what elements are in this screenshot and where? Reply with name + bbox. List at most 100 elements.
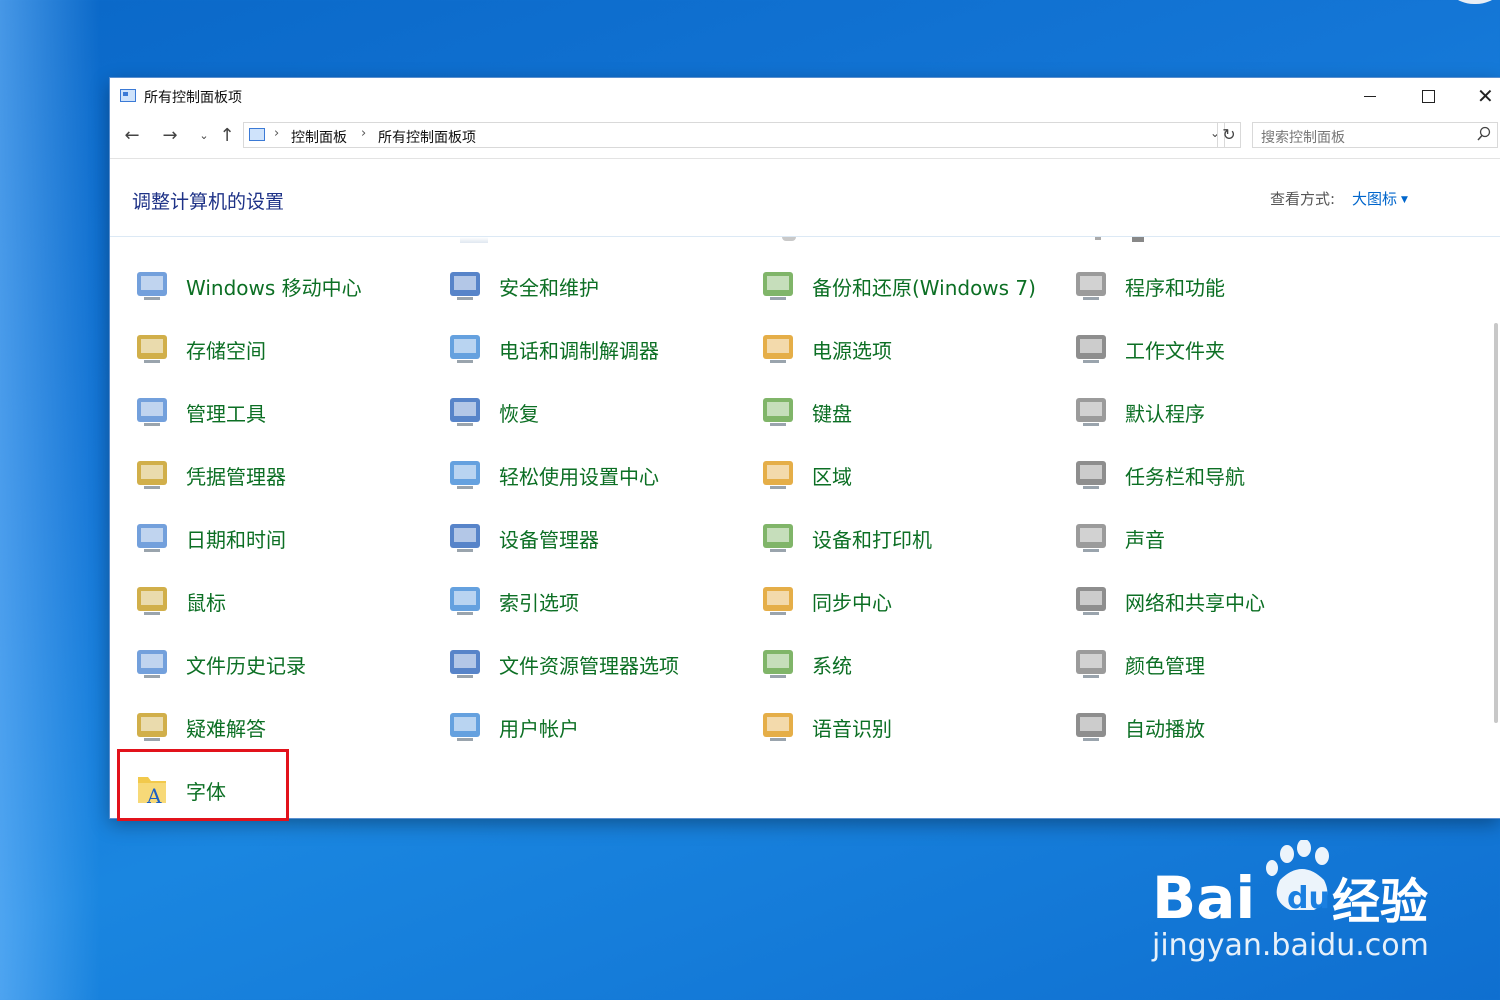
control-panel-item[interactable]: 鼠标 (132, 576, 432, 622)
control-panel-item[interactable]: 轻松使用设置中心 (445, 450, 745, 496)
control-panel-item[interactable]: 声音 (1071, 513, 1371, 559)
forward-arrow-icon[interactable]: → (158, 124, 182, 148)
breadcrumb-control-panel[interactable]: 控制面板 (291, 127, 347, 147)
control-panel-item-label[interactable]: 设备和打印机 (812, 524, 932, 553)
view-by-value: 大图标 (1352, 190, 1398, 208)
control-panel-item-label[interactable]: 自动播放 (1125, 713, 1205, 742)
control-panel-item[interactable]: 疑难解答 (132, 702, 432, 748)
control-panel-item[interactable]: 文件资源管理器选项 (445, 639, 745, 685)
control-panel-item[interactable]: 同步中心 (758, 576, 1058, 622)
control-panel-item-label[interactable]: 工作文件夹 (1125, 335, 1225, 364)
control-panel-item[interactable]: 设备管理器 (445, 513, 745, 559)
control-panel-item-label[interactable]: 文件资源管理器选项 (499, 650, 679, 679)
work-folders-icon (1071, 328, 1111, 368)
control-panel-item-label[interactable]: 系统 (812, 650, 852, 679)
control-panel-item-label[interactable]: 设备管理器 (499, 524, 599, 553)
control-panel-item[interactable]: 颜色管理 (1071, 639, 1371, 685)
control-panel-item[interactable]: 自动播放 (1071, 702, 1371, 748)
control-panel-item[interactable]: 语音识别 (758, 702, 1058, 748)
control-panel-item[interactable]: 文件历史记录 (132, 639, 432, 685)
search-input[interactable]: 搜索控制面板 (1252, 122, 1498, 148)
control-panel-item-label[interactable]: 安全和维护 (499, 272, 599, 301)
autoplay-icon (1071, 706, 1111, 746)
control-panel-item[interactable]: 程序和功能 (1071, 261, 1371, 307)
control-panel-item[interactable]: 默认程序 (1071, 387, 1371, 433)
control-panel-item[interactable]: 区域 (758, 450, 1058, 496)
desktop-user-avatar (1440, 0, 1500, 4)
partial-row-icon (782, 237, 796, 241)
ease-of-access-icon (445, 454, 485, 494)
watermark-brand: Bai (1152, 864, 1255, 930)
control-panel-item-label[interactable]: 默认程序 (1125, 398, 1205, 427)
control-panel-item-label[interactable]: 电话和调制解调器 (499, 335, 659, 364)
system-icon (758, 643, 798, 683)
control-panel-item-label[interactable]: 键盘 (812, 398, 852, 427)
control-panel-item-label[interactable]: 任务栏和导航 (1125, 461, 1245, 490)
control-panel-item-label[interactable]: 语音识别 (812, 713, 892, 742)
control-panel-item-label[interactable]: 备份和还原(Windows 7) (812, 272, 1036, 301)
control-panel-item[interactable]: 网络和共享中心 (1071, 576, 1371, 622)
control-panel-item-label[interactable]: 鼠标 (186, 587, 226, 616)
control-panel-item[interactable]: 索引选项 (445, 576, 745, 622)
control-panel-item[interactable]: 备份和还原(Windows 7) (758, 261, 1058, 307)
scrollbar-thumb[interactable] (1494, 323, 1498, 723)
control-panel-item-label[interactable]: 网络和共享中心 (1125, 587, 1265, 616)
control-panel-item[interactable]: 工作文件夹 (1071, 324, 1371, 370)
minimize-button[interactable] (1342, 78, 1400, 114)
control-panel-item-label[interactable]: 存储空间 (186, 335, 266, 364)
control-panel-item[interactable]: 日期和时间 (132, 513, 432, 559)
control-panel-item-label[interactable]: 恢复 (499, 398, 539, 427)
control-panel-item-label[interactable]: 文件历史记录 (186, 650, 306, 679)
file-history-icon (132, 643, 172, 683)
control-panel-item-label[interactable]: 同步中心 (812, 587, 892, 616)
control-panel-item[interactable]: 用户帐户 (445, 702, 745, 748)
control-panel-item-label[interactable]: 疑难解答 (186, 713, 266, 742)
page-title: 调整计算机的设置 (132, 191, 285, 213)
control-panel-item-label[interactable]: 轻松使用设置中心 (499, 461, 659, 490)
control-panel-item-label[interactable]: 日期和时间 (186, 524, 286, 553)
vertical-scrollbar[interactable] (1490, 237, 1500, 818)
control-panel-item-label[interactable]: 程序和功能 (1125, 272, 1225, 301)
back-arrow-icon[interactable]: ← (120, 124, 144, 148)
control-panel-item[interactable]: 系统 (758, 639, 1058, 685)
keyboard-icon (758, 391, 798, 431)
control-panel-item[interactable]: 电源选项 (758, 324, 1058, 370)
control-panel-item[interactable]: 凭据管理器 (132, 450, 432, 496)
control-panel-item[interactable]: 存储空间 (132, 324, 432, 370)
watermark-url: jingyan.baidu.com (1152, 928, 1429, 963)
control-panel-item-label[interactable]: 管理工具 (186, 398, 266, 427)
date-time-icon (132, 517, 172, 557)
control-panel-item[interactable]: 设备和打印机 (758, 513, 1058, 559)
breadcrumb-separator-icon[interactable]: › (274, 126, 279, 141)
control-panel-item-label[interactable]: Windows 移动中心 (186, 272, 362, 301)
control-panel-item[interactable]: 键盘 (758, 387, 1058, 433)
control-panel-item[interactable]: 电话和调制解调器 (445, 324, 745, 370)
control-panel-item-label[interactable]: 电源选项 (812, 335, 892, 364)
control-panel-item-label[interactable]: 区域 (812, 461, 852, 490)
view-by-dropdown[interactable]: 大图标 ▼ (1352, 188, 1408, 209)
control-panel-item[interactable]: 任务栏和导航 (1071, 450, 1371, 496)
device-manager-icon (445, 517, 485, 557)
control-panel-item[interactable]: 安全和维护 (445, 261, 745, 307)
admin-tools-icon (132, 391, 172, 431)
control-panel-item[interactable]: 管理工具 (132, 387, 432, 433)
storage-spaces-icon (132, 328, 172, 368)
credential-manager-icon (132, 454, 172, 494)
breadcrumb-all-items[interactable]: 所有控制面板项 (378, 127, 476, 147)
breadcrumb-separator-icon[interactable]: › (361, 126, 366, 141)
control-panel-icon (120, 89, 136, 102)
control-panel-item-label[interactable]: 用户帐户 (499, 713, 579, 742)
control-panel-item-label[interactable]: 索引选项 (499, 587, 579, 616)
address-bar[interactable]: › 控制面板 › 所有控制面板项 ⌄ (243, 122, 1225, 148)
recent-locations-chevron-icon[interactable]: ⌄ (192, 124, 216, 148)
control-panel-item[interactable]: Windows 移动中心 (132, 261, 432, 307)
control-panel-item[interactable]: 恢复 (445, 387, 745, 433)
maximize-button[interactable] (1400, 78, 1458, 114)
refresh-button[interactable]: ↻ (1217, 122, 1241, 148)
up-arrow-icon[interactable]: ↑ (215, 124, 239, 148)
search-icon[interactable] (1477, 126, 1491, 142)
control-panel-item-label[interactable]: 凭据管理器 (186, 461, 286, 490)
close-button[interactable]: ✕ (1456, 78, 1500, 114)
control-panel-item-label[interactable]: 颜色管理 (1125, 650, 1205, 679)
control-panel-item-label[interactable]: 声音 (1125, 524, 1165, 553)
